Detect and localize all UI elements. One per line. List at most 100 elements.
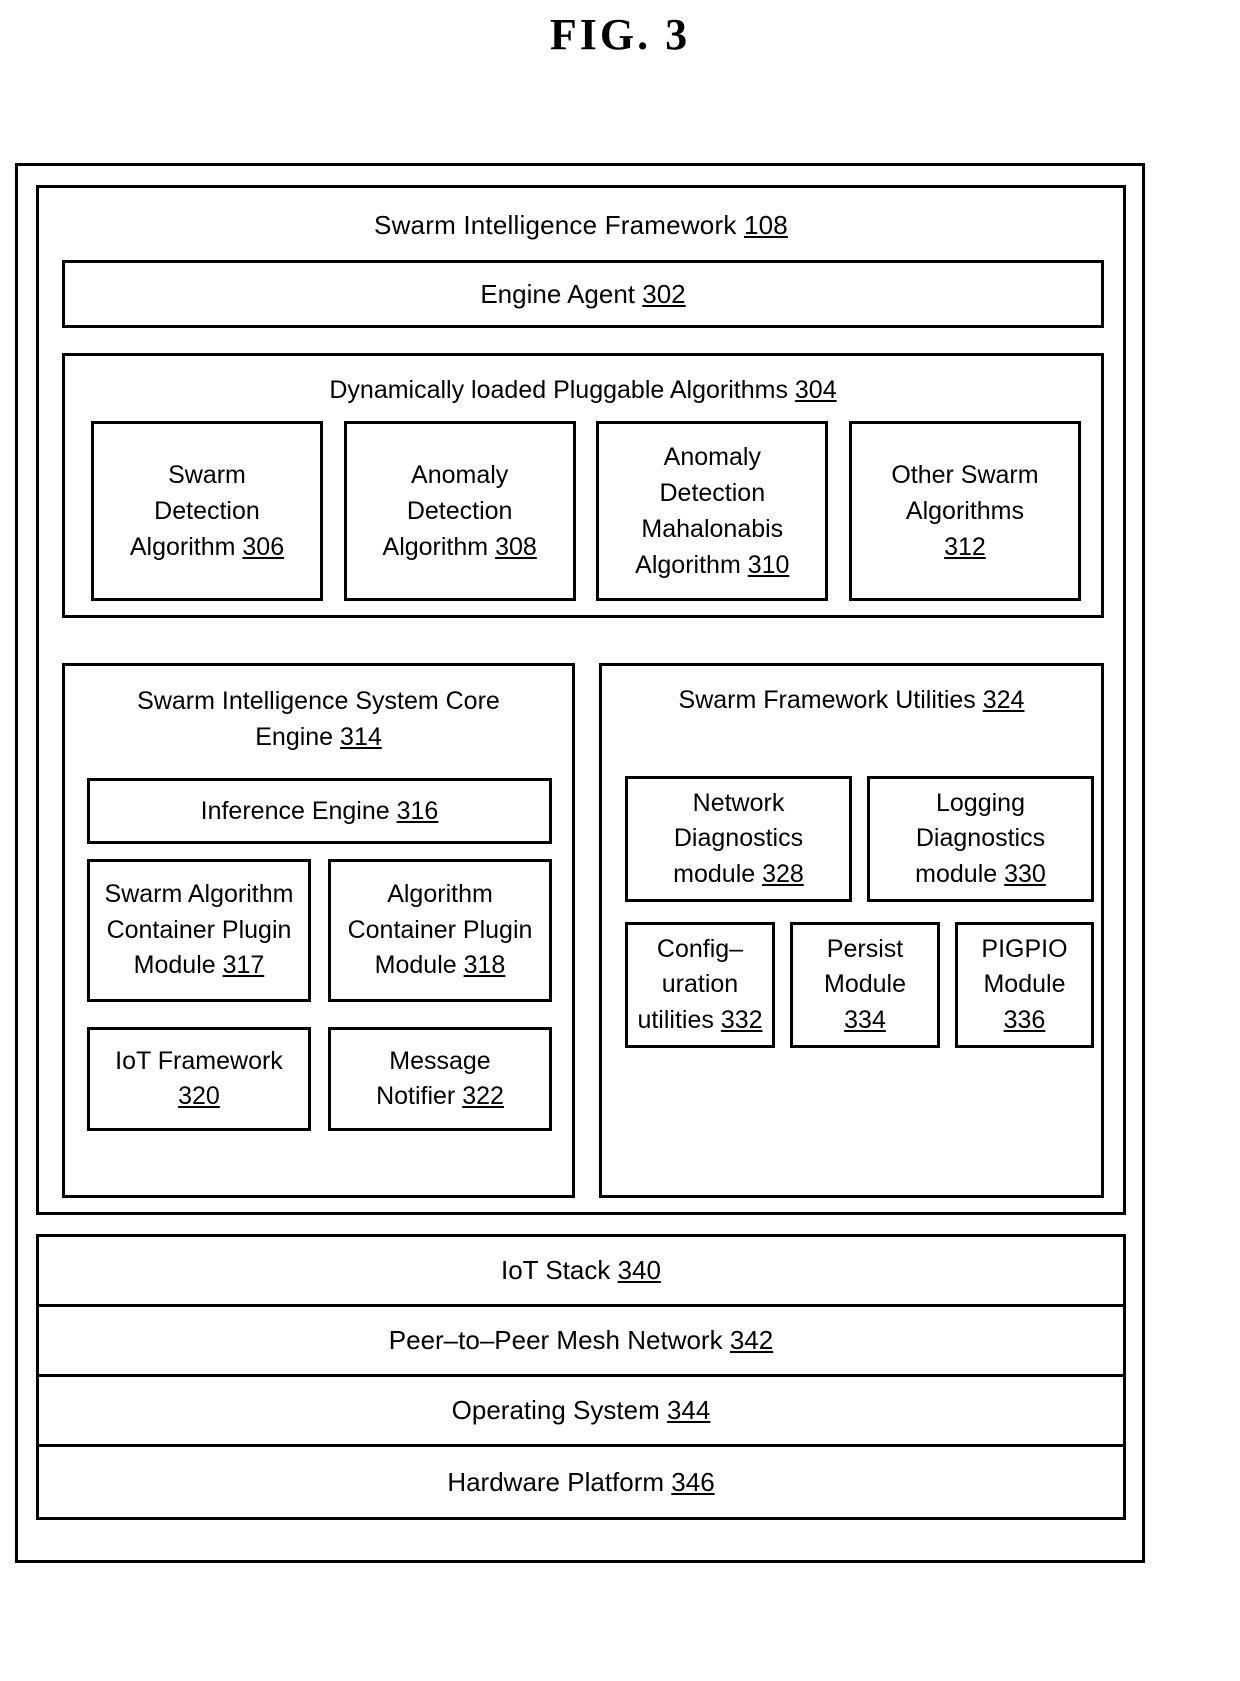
algo-line-3: Algorithm xyxy=(382,533,489,562)
swarm-intelligence-framework-label: Swarm Intelligence Framework xyxy=(374,210,737,240)
inference-engine-box: Inference Engine 316 xyxy=(87,778,552,844)
algorithm-container-plugin-module-box: Algorithm Container Plugin Module 318 xyxy=(328,859,552,1002)
pluggable-algorithms-box: Dynamically loaded Pluggable Algorithms … xyxy=(62,353,1104,618)
algo-line-1: Swarm xyxy=(168,460,246,489)
configuration-utilities-box: Config– uration utilities 332 xyxy=(625,922,775,1048)
iot-stack-ref: 340 xyxy=(617,1255,661,1285)
algo-ref: 306 xyxy=(242,533,285,562)
pluggable-algorithms-ref: 304 xyxy=(794,376,837,404)
swarm-detection-algorithm-text: Swarm Detection Algorithm 306 xyxy=(130,457,284,566)
algorithm-container-plugin-module-text: Algorithm Container Plugin Module 318 xyxy=(348,877,533,984)
persist-module-box: Persist Module 334 xyxy=(790,922,940,1048)
algo-line-3: Algorithm xyxy=(129,533,236,562)
anomaly-detection-mahalonabis-algorithm-box: Anomaly Detection Mahalonabis Algorithm … xyxy=(596,421,829,601)
inference-engine-label: Inference Engine xyxy=(200,796,390,825)
platform-stack: IoT Stack 340 Peer–to–Peer Mesh Network … xyxy=(36,1234,1126,1520)
util-ref: 332 xyxy=(720,1005,763,1034)
algo-ref: 308 xyxy=(495,533,537,562)
iot-framework-box: IoT Framework 320 xyxy=(87,1027,311,1131)
module-line-2: Container Plugin xyxy=(347,915,533,944)
swarm-framework-utilities-title: Swarm Framework Utilities 324 xyxy=(602,666,1101,715)
operating-system-label: Operating System xyxy=(451,1395,660,1425)
util-line-1: PIGPIO xyxy=(981,934,1068,963)
core-engine-title: Swarm Intelligence System Core Engine 31… xyxy=(65,666,572,755)
anomaly-detection-mahalonabis-algorithm-text: Anomaly Detection Mahalonabis Algorithm … xyxy=(635,439,789,584)
anomaly-detection-algorithm-box: Anomaly Detection Algorithm 308 xyxy=(343,421,576,601)
module-line-1: Message xyxy=(389,1046,491,1075)
module-line-1: Swarm Algorithm xyxy=(104,880,294,909)
util-line-1: Persist xyxy=(826,934,904,963)
algo-line-4: Algorithm xyxy=(635,551,741,580)
util-line-2: Module xyxy=(824,970,906,999)
operating-system-row: Operating System 344 xyxy=(39,1377,1123,1447)
core-engine-ref: 314 xyxy=(340,722,382,751)
swarm-framework-utilities-box: Swarm Framework Utilities 324 Network Di… xyxy=(599,663,1104,1198)
persist-module-text: Persist Module 334 xyxy=(824,932,906,1039)
pluggable-algorithms-title: Dynamically loaded Pluggable Algorithms … xyxy=(65,356,1101,405)
module-ref: 322 xyxy=(462,1082,504,1110)
util-line-1: Config– xyxy=(656,934,744,963)
hardware-platform-ref: 346 xyxy=(671,1466,715,1497)
swarm-framework-utilities-label: Swarm Framework Utilities xyxy=(678,686,976,714)
engine-agent-ref: 302 xyxy=(642,278,686,309)
hardware-platform-label: Hardware Platform xyxy=(447,1466,665,1497)
pigpio-module-box: PIGPIO Module 336 xyxy=(955,922,1094,1048)
util-line-1: Network xyxy=(692,788,785,817)
pluggable-algorithms-label: Dynamically loaded Pluggable Algorithms xyxy=(329,376,788,404)
algo-line-2: Algorithms xyxy=(905,496,1024,525)
algorithm-boxes-row: Swarm Detection Algorithm 306 Anomaly De… xyxy=(91,421,1081,601)
swarm-detection-algorithm-box: Swarm Detection Algorithm 306 xyxy=(91,421,323,601)
configuration-utilities-text: Config– uration utilities 332 xyxy=(637,932,762,1039)
module-ref: 317 xyxy=(222,951,265,980)
engine-agent-label: Engine Agent xyxy=(480,278,636,309)
engine-agent-box: Engine Agent 302 xyxy=(62,260,1104,328)
iot-stack-label: IoT Stack xyxy=(501,1255,611,1285)
util-ref: 328 xyxy=(762,859,804,888)
peer-to-peer-mesh-network-label: Peer–to–Peer Mesh Network xyxy=(388,1325,723,1355)
hardware-platform-row: Hardware Platform 346 xyxy=(39,1447,1123,1517)
peer-to-peer-mesh-network-ref: 342 xyxy=(729,1325,774,1355)
util-ref: 336 xyxy=(1003,1005,1046,1034)
swarm-algorithm-container-plugin-module-box: Swarm Algorithm Container Plugin Module … xyxy=(87,859,311,1002)
algo-line-2: Detection xyxy=(659,478,766,507)
algo-line-1: Other Swarm xyxy=(891,460,1039,489)
algo-line-1: Anomaly xyxy=(411,460,509,489)
algo-ref: 312 xyxy=(944,533,986,562)
algo-line-2: Detection xyxy=(406,496,513,525)
message-notifier-box: Message Notifier 322 xyxy=(328,1027,552,1131)
util-line-2: Diagnostics xyxy=(673,824,804,853)
algo-line-3: Mahalonabis xyxy=(641,515,784,543)
util-line-2: Module xyxy=(983,970,1066,999)
swarm-intelligence-framework-ref: 108 xyxy=(743,210,788,240)
logging-diagnostics-module-text: Logging Diagnostics module 330 xyxy=(915,786,1046,893)
module-ref: 320 xyxy=(178,1082,220,1110)
swarm-intelligence-framework-box: Swarm Intelligence Framework 108 Engine … xyxy=(36,185,1126,1215)
swarm-algorithm-container-plugin-module-text: Swarm Algorithm Container Plugin Module … xyxy=(105,877,294,984)
algo-ref: 310 xyxy=(747,551,790,580)
util-line-2: Diagnostics xyxy=(915,824,1046,853)
iot-framework-text: IoT Framework 320 xyxy=(115,1044,283,1115)
util-line-3: utilities xyxy=(637,1005,714,1034)
module-line-3: Module xyxy=(374,951,457,980)
algo-line-1: Anomaly xyxy=(663,442,761,471)
util-line-3: module xyxy=(673,859,756,888)
figure-title: FIG. 3 xyxy=(549,10,691,59)
swarm-framework-utilities-ref: 324 xyxy=(982,686,1025,714)
other-swarm-algorithms-box: Other Swarm Algorithms 312 xyxy=(848,421,1081,601)
module-line-1: Algorithm xyxy=(387,880,493,909)
network-diagnostics-module-box: Network Diagnostics module 328 xyxy=(625,776,852,902)
core-engine-box: Swarm Intelligence System Core Engine 31… xyxy=(62,663,575,1198)
module-line-3: Module xyxy=(133,951,216,980)
peer-to-peer-mesh-network-row: Peer–to–Peer Mesh Network 342 xyxy=(39,1307,1123,1377)
core-engine-module-grid: Swarm Algorithm Container Plugin Module … xyxy=(87,859,552,1181)
other-swarm-algorithms-text: Other Swarm Algorithms 312 xyxy=(891,457,1038,566)
inference-engine-ref: 316 xyxy=(396,796,439,825)
util-ref: 334 xyxy=(844,1005,886,1034)
message-notifier-text: Message Notifier 322 xyxy=(376,1044,504,1115)
util-ref: 330 xyxy=(1004,859,1046,888)
util-line-3: module xyxy=(915,859,998,888)
logging-diagnostics-module-box: Logging Diagnostics module 330 xyxy=(867,776,1094,902)
swarm-intelligence-framework-title: Swarm Intelligence Framework 108 xyxy=(39,188,1123,241)
pigpio-module-text: PIGPIO Module 336 xyxy=(981,932,1067,1039)
network-diagnostics-module-text: Network Diagnostics module 328 xyxy=(673,786,804,893)
